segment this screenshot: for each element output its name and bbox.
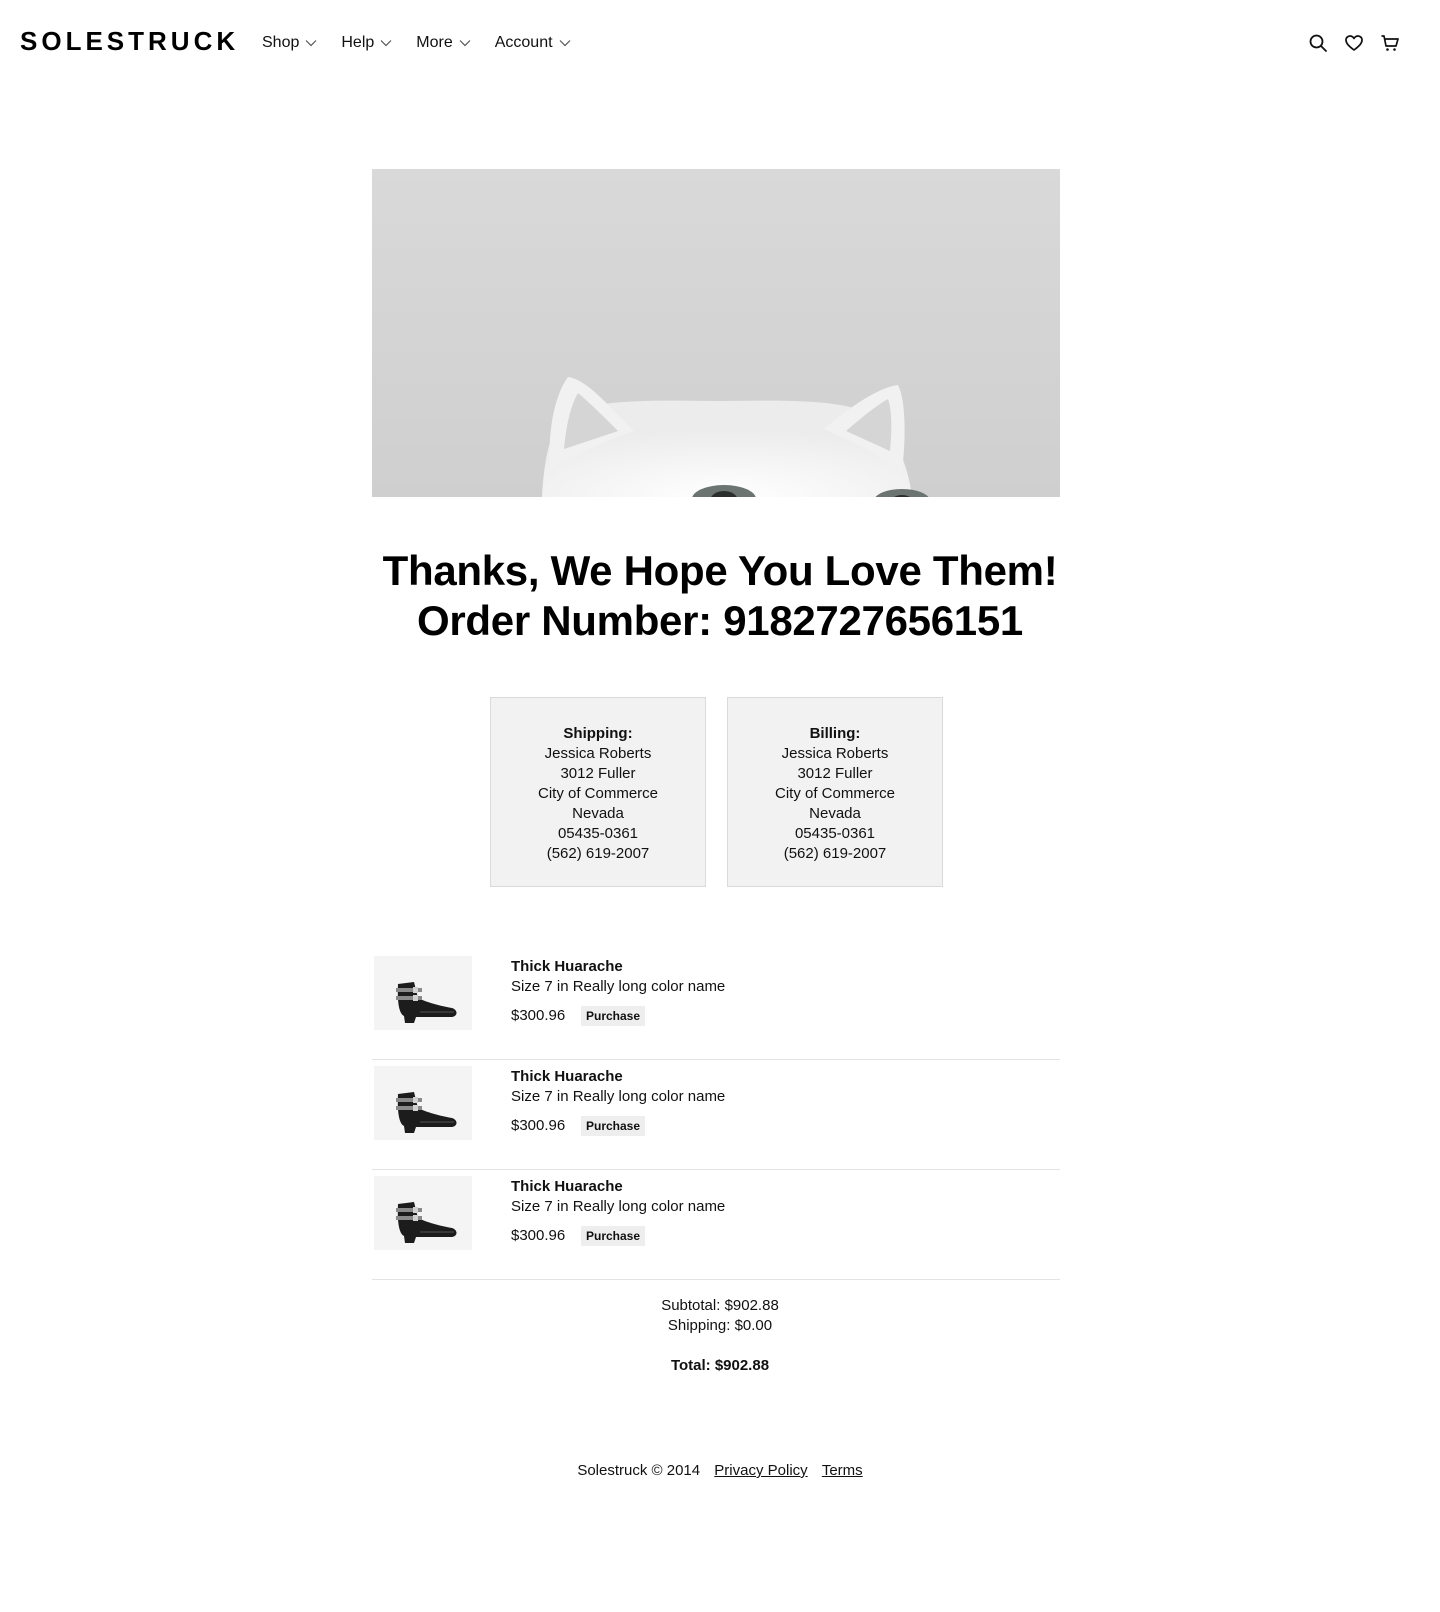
boot-image: [374, 1176, 472, 1250]
product-price: $300.96: [511, 1117, 566, 1134]
purchase-button[interactable]: Purchase: [581, 1006, 646, 1026]
shipping-zip: 05435-0361: [557, 825, 639, 842]
chevron-down-icon: [380, 40, 392, 47]
site-logo[interactable]: SOLESTRUCK: [20, 26, 239, 57]
chevron-down-icon: [559, 40, 570, 47]
privacy-policy-link[interactable]: Privacy Policy: [714, 1462, 807, 1479]
product-name[interactable]: Thick Huarache: [511, 1178, 623, 1195]
order-items-list: Thick Huarache Size 7 in Really long col…: [372, 950, 1060, 1280]
cat-peeking-photo: [372, 169, 1060, 497]
boot-image: [374, 956, 472, 1030]
product-thumbnail[interactable]: [374, 1066, 472, 1140]
billing-name: Jessica Roberts: [781, 745, 889, 762]
product-name[interactable]: Thick Huarache: [511, 958, 623, 975]
shipping-title: Shipping:: [563, 725, 633, 742]
list-item: Thick Huarache Size 7 in Really long col…: [372, 1060, 1060, 1170]
purchase-button[interactable]: Purchase: [581, 1226, 646, 1246]
order-totals: Subtotal: $902.88 Shipping: $0.00 Total:…: [0, 1296, 1440, 1376]
product-variant: Size 7 in Really long color name: [511, 1198, 726, 1215]
purchase-button[interactable]: Purchase: [581, 1116, 646, 1136]
cart-icon[interactable]: [1380, 33, 1400, 53]
nav-help-label: Help: [341, 34, 375, 51]
product-thumbnail[interactable]: [374, 1176, 472, 1250]
chevron-down-icon: [459, 40, 471, 47]
nav-more-label: More: [416, 34, 453, 51]
boot-image: [374, 1066, 472, 1140]
billing-state: Nevada: [809, 805, 861, 822]
list-item: Thick Huarache Size 7 in Really long col…: [372, 950, 1060, 1060]
nav-shop-label: Shop: [262, 34, 300, 51]
thanks-message: Thanks, We Hope You Love Them!: [382, 547, 1058, 594]
shipping-city: City of Commerce: [537, 785, 659, 802]
nav-shop[interactable]: Shop: [262, 34, 317, 52]
site-header: SOLESTRUCK Shop Help More Account: [0, 0, 1440, 90]
shipping-address-card: Shipping: Jessica Roberts 3012 Fuller Ci…: [490, 697, 706, 887]
confirmation-headline: Thanks, We Hope You Love Them! Order Num…: [0, 546, 1440, 646]
site-footer: Solestruck © 2014 Privacy Policy Terms: [0, 1462, 1440, 1479]
subtotal: Subtotal: $902.88: [661, 1297, 779, 1314]
chevron-down-icon: [305, 40, 317, 47]
product-thumbnail[interactable]: [374, 956, 472, 1030]
shipping-name: Jessica Roberts: [544, 745, 652, 762]
billing-street: 3012 Fuller: [797, 765, 873, 782]
nav-more[interactable]: More: [416, 34, 471, 52]
list-item: Thick Huarache Size 7 in Really long col…: [372, 1170, 1060, 1280]
main-nav: Shop Help More Account: [262, 34, 595, 52]
search-icon[interactable]: [1308, 33, 1328, 53]
order-number: Order Number: 9182727656151: [417, 597, 1023, 644]
order-total: Total: $902.88: [670, 1357, 770, 1374]
copyright: Solestruck © 2014: [577, 1462, 701, 1479]
terms-link[interactable]: Terms: [822, 1462, 863, 1479]
billing-zip: 05435-0361: [794, 825, 876, 842]
product-variant: Size 7 in Really long color name: [511, 978, 726, 995]
heart-icon[interactable]: [1344, 33, 1364, 53]
shipping-street: 3012 Fuller: [560, 765, 636, 782]
billing-city: City of Commerce: [774, 785, 896, 802]
product-price: $300.96: [511, 1007, 566, 1024]
header-icons: [1308, 33, 1400, 53]
shipping-phone: (562) 619-2007: [546, 845, 650, 862]
billing-address-card: Billing: Jessica Roberts 3012 Fuller Cit…: [727, 697, 943, 887]
billing-title: Billing:: [809, 725, 861, 742]
nav-help[interactable]: Help: [341, 34, 392, 52]
shipping-state: Nevada: [572, 805, 624, 822]
product-price: $300.96: [511, 1227, 566, 1244]
shipping-cost: Shipping: $0.00: [667, 1317, 773, 1334]
product-name[interactable]: Thick Huarache: [511, 1068, 623, 1085]
hero-image: [372, 169, 1060, 497]
product-variant: Size 7 in Really long color name: [511, 1088, 726, 1105]
nav-account[interactable]: Account: [495, 34, 571, 52]
billing-phone: (562) 619-2007: [783, 845, 887, 862]
nav-account-label: Account: [494, 34, 553, 51]
